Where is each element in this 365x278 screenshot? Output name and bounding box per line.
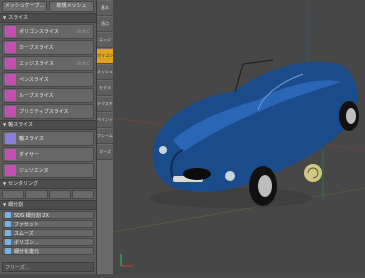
new-mesh-button[interactable]: 新規メッシュ	[49, 1, 94, 12]
vtab-mesh[interactable]: メッシュ	[97, 65, 113, 80]
tool-polygon-option[interactable]: ポリゴン...	[2, 238, 94, 246]
vtab-vertex[interactable]: 頂点	[97, 17, 113, 32]
vtab-model[interactable]: モデル	[97, 81, 113, 96]
center-button[interactable]	[25, 190, 48, 199]
section-centering-header[interactable]: ▼ センタリング	[0, 179, 96, 189]
subdivide-icon	[5, 212, 11, 218]
freeze-button[interactable]: フリーズ...	[2, 262, 94, 272]
tool-primitive-slice[interactable]: プリミティブスライス	[2, 104, 94, 119]
tool-polygon-slice[interactable]: ポリゴンスライス Shift C	[2, 24, 94, 39]
vtab-texture[interactable]: テクスチャ	[97, 97, 113, 112]
tool-pen-slice[interactable]: ペンスライス	[2, 72, 94, 87]
center-button[interactable]	[2, 190, 25, 199]
slice-icon	[5, 106, 16, 117]
smooth-icon	[5, 230, 11, 236]
tool-loop-slice[interactable]: ループスライス	[2, 88, 94, 103]
slice-icon	[5, 74, 16, 85]
tool-smooth[interactable]: スムーズ	[2, 229, 94, 237]
vtab-edge[interactable]: エッジ	[97, 33, 113, 48]
vtab-basic[interactable]: 基本	[97, 1, 113, 16]
tool-sds-subdivide[interactable]: SDS 細分割 2X	[2, 211, 94, 219]
slice-icon	[5, 90, 16, 101]
tool-facet[interactable]: ファセット	[2, 220, 94, 228]
facet-icon	[5, 221, 11, 227]
tool-curve-slice[interactable]: カーブスライス	[2, 40, 94, 55]
slice-icon	[5, 26, 16, 37]
unsubdivide-icon	[5, 248, 11, 254]
front-wheel	[249, 166, 277, 206]
axis-slice-icon	[5, 133, 16, 144]
section-subdivide-header[interactable]: ▼ 細分割	[0, 200, 96, 210]
viewport-canvas	[112, 0, 365, 274]
vtab-pose[interactable]: ポーズ	[97, 145, 113, 160]
tool-unsubdivide[interactable]: 細分化復元	[2, 247, 94, 255]
tool-julienne[interactable]: ジュリエンヌ	[2, 163, 94, 178]
section-slice-header[interactable]: ▼ スライス	[0, 13, 96, 23]
vtab-frame[interactable]: フレーム	[97, 129, 113, 144]
centering-buttons	[2, 190, 94, 199]
center-button[interactable]	[71, 190, 94, 199]
dicer-icon	[5, 149, 16, 160]
rear-wheel	[339, 101, 359, 131]
vtab-polygon[interactable]: ポリゴン	[97, 49, 113, 64]
vtab-paint[interactable]: ペイント	[97, 113, 113, 128]
section-axis-slice-header[interactable]: ▼ 軸スライス	[0, 120, 96, 130]
top-bar: メッシュケーブ... 新規メッシュ	[0, 0, 96, 13]
tool-edge-slice[interactable]: エッジスライス Shift C	[2, 56, 94, 71]
slice-icon	[5, 42, 16, 53]
tool-axis-slice[interactable]: 軸スライス	[2, 131, 94, 146]
3d-viewport[interactable]	[112, 0, 365, 274]
vertical-tab-strip: 基本 頂点 エッジ ポリゴン メッシュ モデル テクスチャ ペイント フレーム …	[97, 0, 114, 274]
tools-panel: メッシュケーブ... 新規メッシュ ▼ スライス ポリゴンスライス Shift C …	[0, 0, 97, 274]
tool-dicer[interactable]: ダイサー	[2, 147, 94, 162]
julienne-icon	[5, 165, 16, 176]
rotate-gizmo-icon[interactable]	[304, 164, 322, 182]
slice-icon	[5, 58, 16, 69]
polygon-icon	[5, 239, 11, 245]
center-button[interactable]	[48, 190, 71, 199]
mesh-cleanup-button[interactable]: メッシュケーブ...	[2, 1, 47, 12]
